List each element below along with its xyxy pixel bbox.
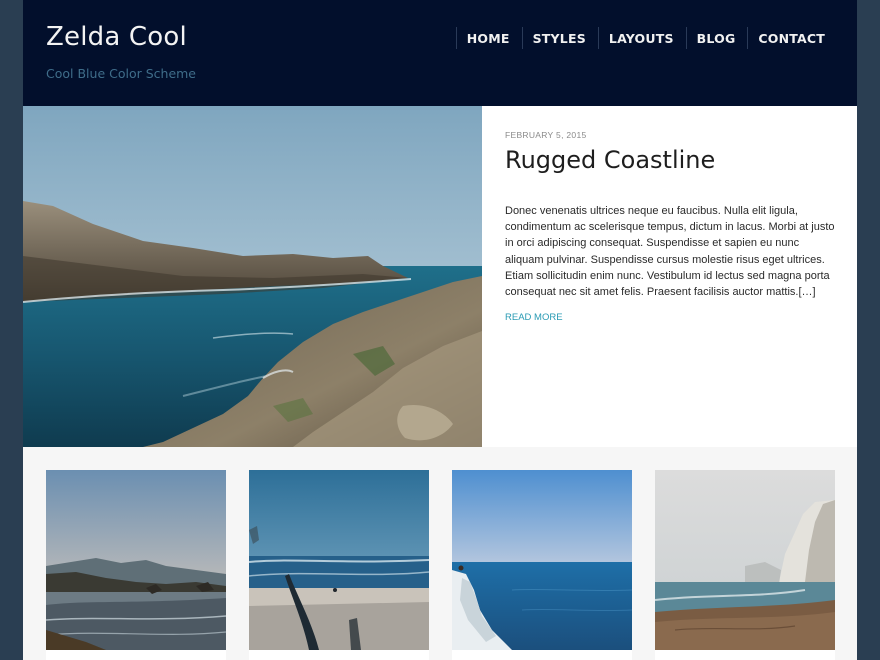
post-excerpt: Donec venenatis ultrices neque eu faucib…	[505, 205, 835, 299]
nav-item-contact[interactable]: CONTACT	[747, 27, 825, 49]
nav-item-home[interactable]: HOME	[455, 27, 510, 49]
coastline-photo	[23, 106, 482, 447]
post-title[interactable]: Rugged Coastline	[505, 146, 715, 174]
featured-post: FEBRUARY 5, 2015 Rugged Coastline Donec …	[23, 106, 857, 447]
site-title[interactable]: Zelda Cool	[46, 22, 187, 52]
site-header: Zelda Cool Cool Blue Color Scheme HOME S…	[23, 0, 857, 106]
nav-item-styles[interactable]: STYLES	[521, 27, 586, 49]
post-thumbnail[interactable]	[452, 470, 632, 650]
post-thumbnail[interactable]	[46, 470, 226, 650]
thumbnail-card-footer	[249, 650, 429, 660]
beach-waves-photo	[249, 470, 429, 650]
main-nav: HOME STYLES LAYOUTS BLOG CONTACT	[455, 27, 825, 49]
thumbnail-card-footer	[655, 650, 835, 660]
post-thumbnail[interactable]	[249, 470, 429, 650]
page-container: Zelda Cool Cool Blue Color Scheme HOME S…	[23, 0, 857, 660]
sunset-sea-photo	[452, 470, 632, 650]
thumbnail-card-footer	[46, 650, 226, 660]
post-thumbnail[interactable]	[655, 470, 835, 650]
nav-item-blog[interactable]: BLOG	[685, 27, 736, 49]
site-tagline: Cool Blue Color Scheme	[46, 66, 196, 81]
featured-post-image[interactable]	[23, 106, 482, 447]
thumbnail-card-footer	[452, 650, 632, 660]
read-more-link[interactable]: READ MORE	[505, 312, 563, 323]
foggy-cliffs-photo	[655, 470, 835, 650]
beach-hills-photo	[46, 470, 226, 650]
post-date: FEBRUARY 5, 2015	[505, 130, 587, 140]
nav-item-layouts[interactable]: LAYOUTS	[597, 27, 674, 49]
featured-post-content: FEBRUARY 5, 2015 Rugged Coastline Donec …	[505, 106, 835, 447]
